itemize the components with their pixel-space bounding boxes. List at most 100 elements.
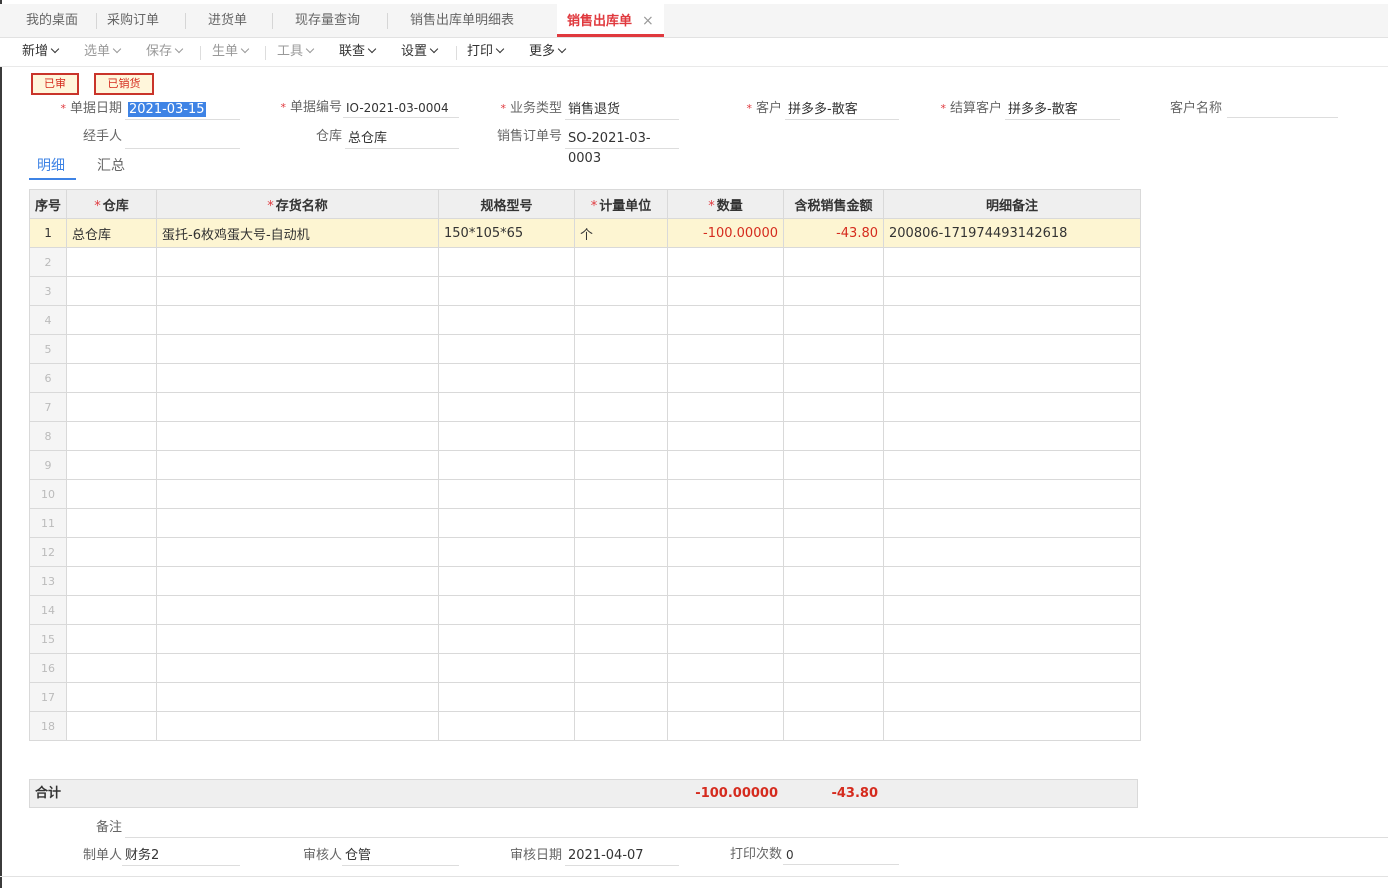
- handler-field[interactable]: [125, 129, 240, 149]
- cell-remark[interactable]: [883, 508, 1142, 538]
- cell-name[interactable]: [156, 305, 440, 335]
- cell-name[interactable]: [156, 537, 440, 567]
- col-header-item-name[interactable]: * 存货名称: [156, 189, 440, 219]
- cell-amount[interactable]: [783, 566, 885, 596]
- cell-warehouse[interactable]: [66, 653, 158, 683]
- cell-name[interactable]: [156, 682, 440, 712]
- cell-unit[interactable]: [574, 276, 669, 306]
- cell-spec[interactable]: [438, 305, 576, 335]
- cell-qty[interactable]: [667, 711, 785, 741]
- cell-spec[interactable]: [438, 682, 576, 712]
- cell-warehouse[interactable]: [66, 305, 158, 335]
- table-row[interactable]: 4: [28, 305, 1142, 335]
- cell-amount[interactable]: [783, 334, 885, 364]
- print-button[interactable]: 打印: [467, 38, 505, 66]
- memo-field[interactable]: [125, 818, 1388, 838]
- tab-summary[interactable]: 汇总: [97, 156, 125, 178]
- tab-detail[interactable]: 明细: [29, 156, 76, 180]
- save-button[interactable]: 保存: [146, 38, 184, 66]
- cell-warehouse[interactable]: [66, 479, 158, 509]
- cell-amount[interactable]: [783, 363, 885, 393]
- cell-unit[interactable]: [574, 479, 669, 509]
- cell-amount[interactable]: [783, 595, 885, 625]
- cell-amount[interactable]: [783, 624, 885, 654]
- cell-name[interactable]: [156, 479, 440, 509]
- cell-unit[interactable]: [574, 624, 669, 654]
- cell-remark[interactable]: 200806-171974493142618: [883, 218, 1142, 248]
- table-row[interactable]: 13: [28, 566, 1142, 596]
- docno-field[interactable]: IO-2021-03-0004: [343, 98, 459, 118]
- cell-warehouse[interactable]: [66, 508, 158, 538]
- cell-warehouse[interactable]: [66, 537, 158, 567]
- cell-spec[interactable]: [438, 450, 576, 480]
- tab-sales-out-detail[interactable]: 销售出库单明细表: [410, 4, 514, 37]
- col-header-warehouse[interactable]: * 仓库: [66, 189, 158, 219]
- table-row[interactable]: 9: [28, 450, 1142, 480]
- cell-name[interactable]: [156, 653, 440, 683]
- cell-warehouse[interactable]: [66, 682, 158, 712]
- cell-warehouse[interactable]: [66, 450, 158, 480]
- cell-name[interactable]: [156, 711, 440, 741]
- cell-spec[interactable]: [438, 624, 576, 654]
- table-row[interactable]: 8: [28, 421, 1142, 451]
- tab-purchase-order[interactable]: 采购订单: [107, 4, 159, 37]
- cell-remark[interactable]: [883, 392, 1142, 422]
- cell-qty[interactable]: -100.00000: [667, 218, 785, 248]
- customer-name-field[interactable]: [1227, 98, 1338, 118]
- cell-spec[interactable]: [438, 421, 576, 451]
- cell-amount[interactable]: [783, 537, 885, 567]
- cell-name[interactable]: 蛋托-6枚鸡蛋大号-自动机: [156, 218, 440, 248]
- cell-name[interactable]: [156, 508, 440, 538]
- cell-qty[interactable]: [667, 450, 785, 480]
- cell-remark[interactable]: [883, 421, 1142, 451]
- cell-unit[interactable]: [574, 595, 669, 625]
- cell-remark[interactable]: [883, 711, 1142, 741]
- cell-amount[interactable]: [783, 392, 885, 422]
- cell-qty[interactable]: [667, 595, 785, 625]
- cell-unit[interactable]: [574, 537, 669, 567]
- cell-qty[interactable]: [667, 624, 785, 654]
- cell-name[interactable]: [156, 247, 440, 277]
- cell-qty[interactable]: [667, 537, 785, 567]
- table-row[interactable]: 10: [28, 479, 1142, 509]
- cell-qty[interactable]: [667, 363, 785, 393]
- cell-qty[interactable]: [667, 479, 785, 509]
- cell-warehouse[interactable]: [66, 276, 158, 306]
- cell-qty[interactable]: [667, 566, 785, 596]
- cell-name[interactable]: [156, 276, 440, 306]
- col-header-qty[interactable]: * 数量: [667, 189, 785, 219]
- cell-spec[interactable]: [438, 508, 576, 538]
- cell-name[interactable]: [156, 363, 440, 393]
- close-icon[interactable]: ×: [642, 13, 654, 29]
- table-row[interactable]: 11: [28, 508, 1142, 538]
- table-row[interactable]: 14: [28, 595, 1142, 625]
- cell-remark[interactable]: [883, 363, 1142, 393]
- cell-remark[interactable]: [883, 682, 1142, 712]
- table-row[interactable]: 16: [28, 653, 1142, 683]
- cell-unit[interactable]: [574, 711, 669, 741]
- table-row[interactable]: 5: [28, 334, 1142, 364]
- cell-name[interactable]: [156, 566, 440, 596]
- table-row[interactable]: 3: [28, 276, 1142, 306]
- date-field[interactable]: 2021-03-15: [125, 100, 240, 120]
- new-button[interactable]: 新增: [22, 38, 60, 66]
- cell-spec[interactable]: [438, 247, 576, 277]
- cell-warehouse[interactable]: [66, 363, 158, 393]
- cell-unit[interactable]: [574, 392, 669, 422]
- cell-unit[interactable]: [574, 247, 669, 277]
- cell-spec[interactable]: 150*105*65: [438, 218, 576, 248]
- cell-unit[interactable]: [574, 566, 669, 596]
- generate-button[interactable]: 生单: [212, 38, 250, 66]
- cell-spec[interactable]: [438, 363, 576, 393]
- cell-unit[interactable]: [574, 682, 669, 712]
- cell-warehouse[interactable]: [66, 566, 158, 596]
- cell-remark[interactable]: [883, 334, 1142, 364]
- table-row[interactable]: 12: [28, 537, 1142, 567]
- cell-name[interactable]: [156, 595, 440, 625]
- cell-remark[interactable]: [883, 653, 1142, 683]
- cell-amount[interactable]: [783, 653, 885, 683]
- cell-name[interactable]: [156, 334, 440, 364]
- tools-button[interactable]: 工具: [277, 38, 315, 66]
- cell-qty[interactable]: [667, 305, 785, 335]
- cell-amount[interactable]: [783, 305, 885, 335]
